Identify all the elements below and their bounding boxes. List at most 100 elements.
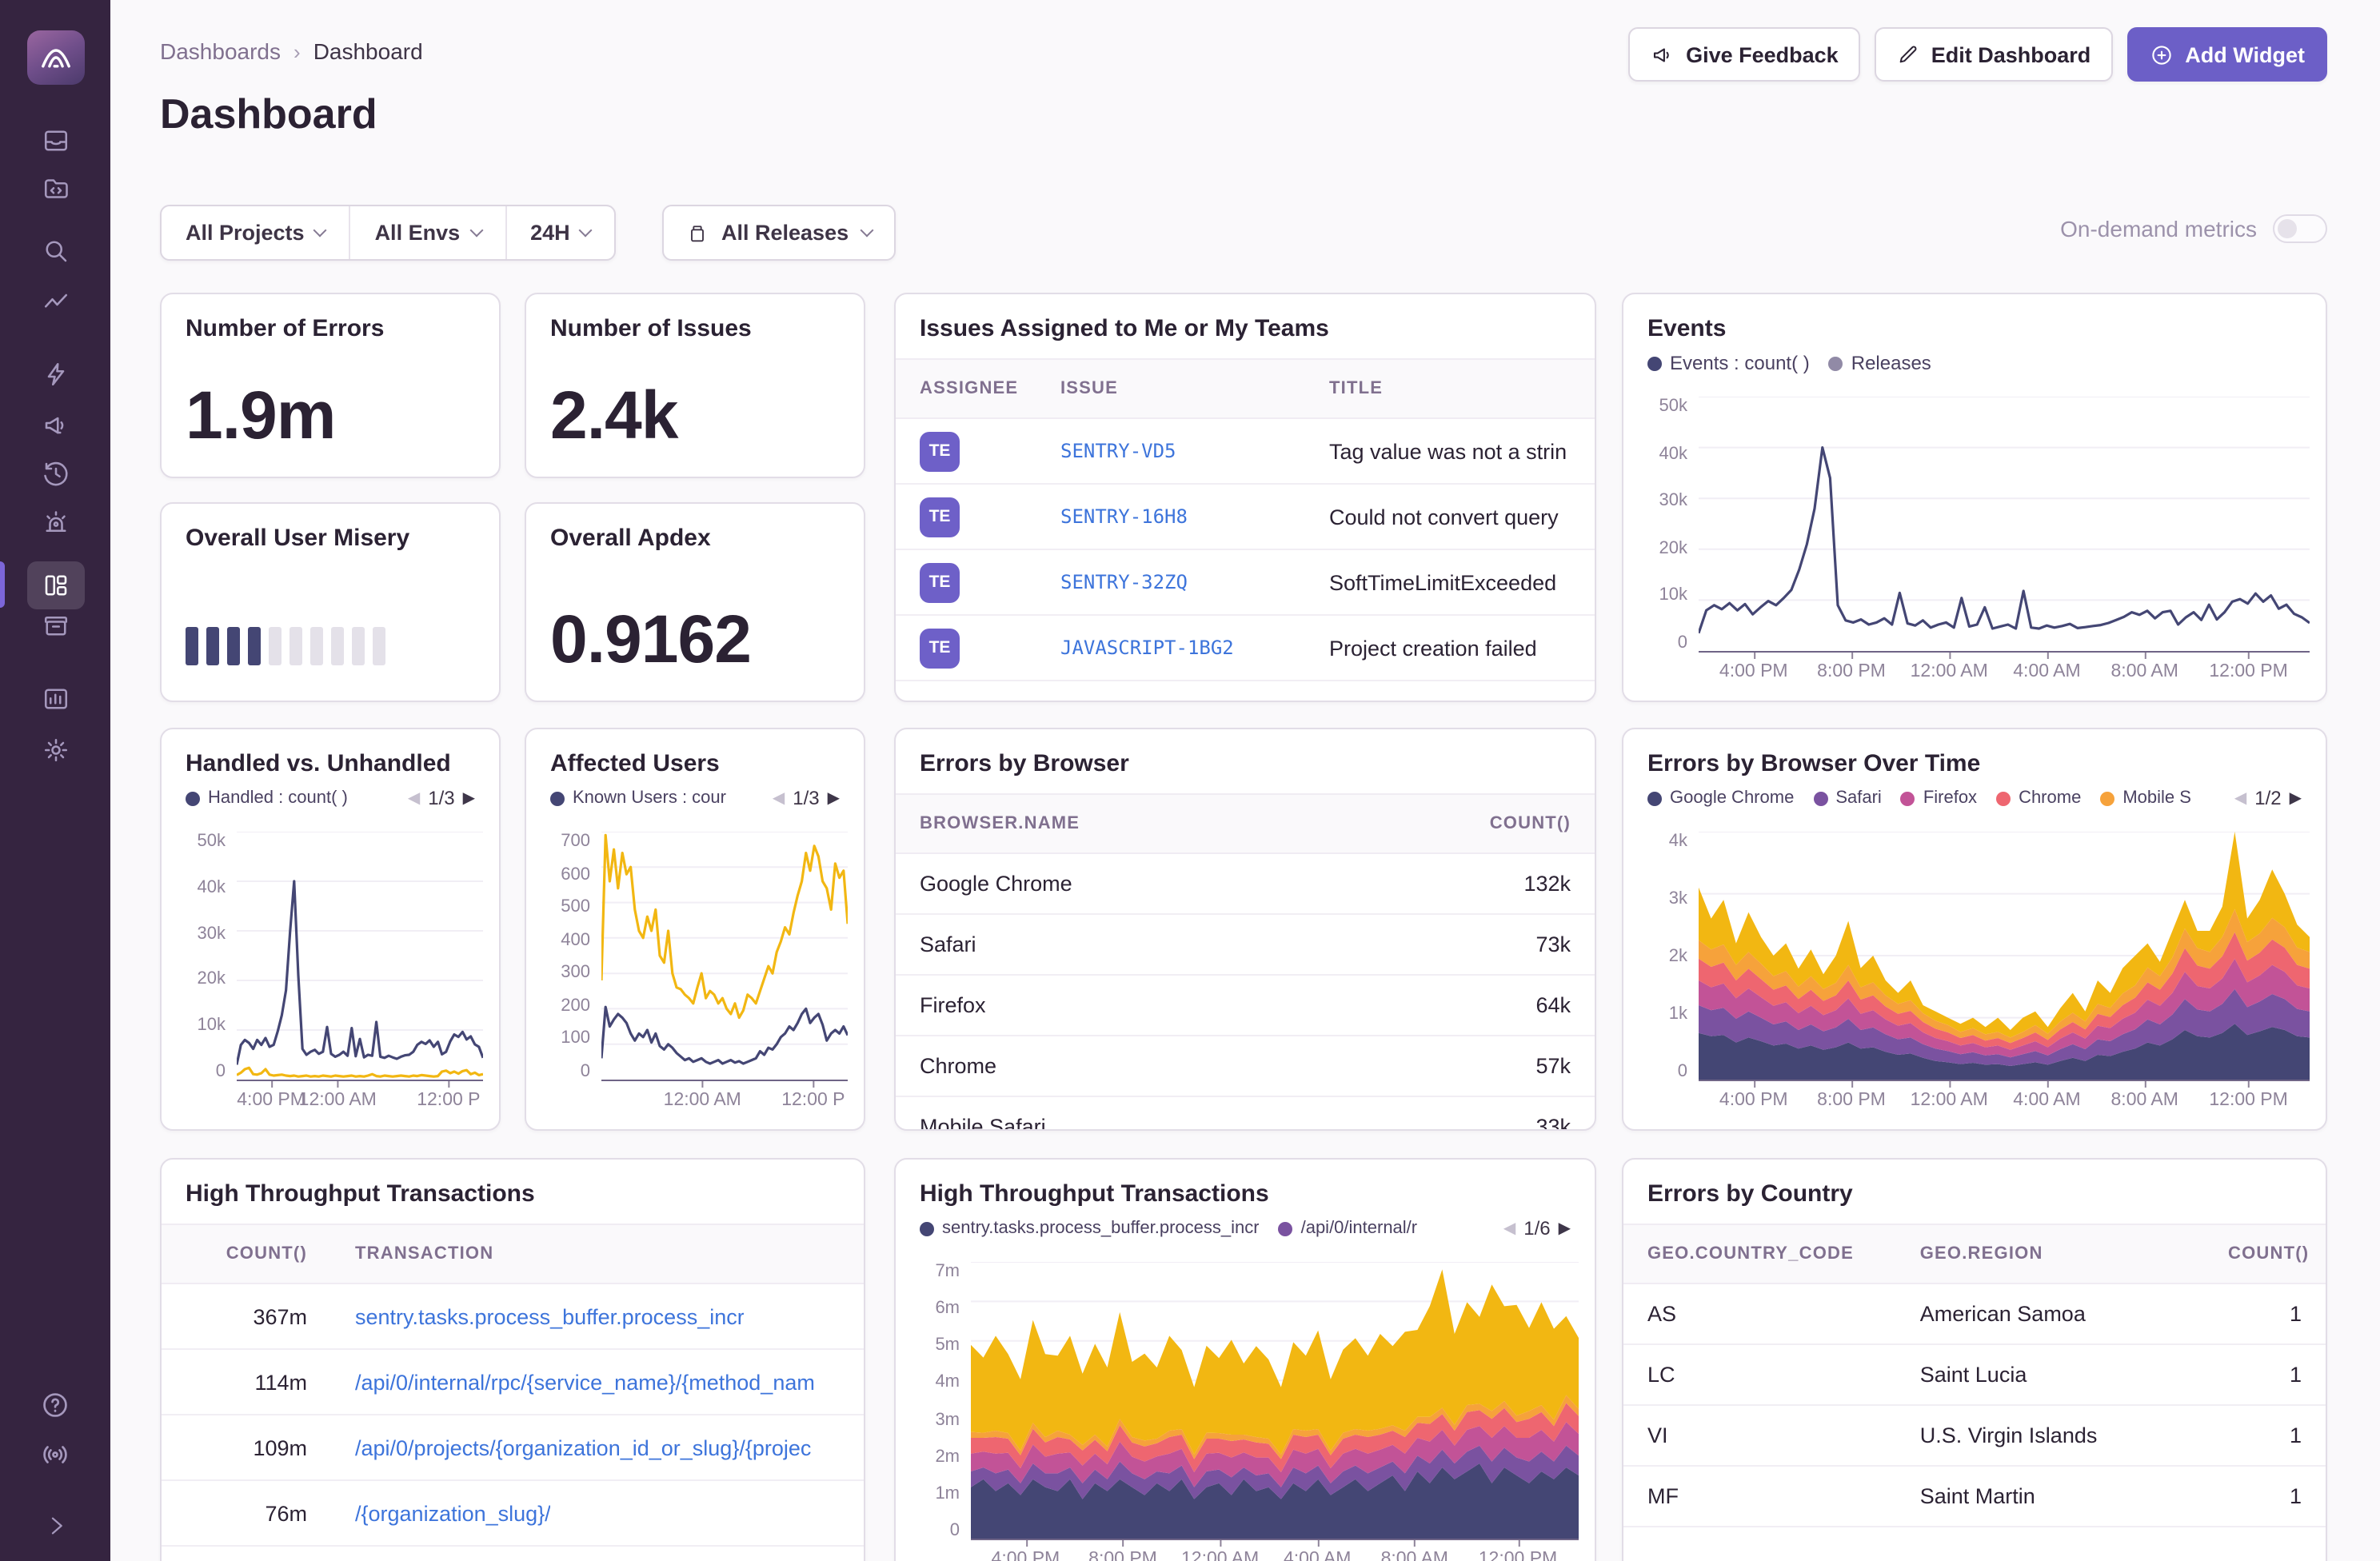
legend-item[interactable]: Google Chrome xyxy=(1647,788,1794,808)
table-link[interactable]: SENTRY-16H8 xyxy=(1060,505,1188,528)
releases-filter[interactable]: All Releases xyxy=(662,205,895,261)
table-cell: MF xyxy=(1623,1467,1896,1527)
widget-errors-by-browser-over-time[interactable]: Errors by Browser Over Time Google Chrom… xyxy=(1622,728,2327,1131)
sidebar-item-issues[interactable] xyxy=(26,120,84,162)
next-page-icon[interactable]: ▶ xyxy=(2290,789,2302,807)
widget-events-chart[interactable]: Events Events : count( )Releases 50k40k3… xyxy=(1622,293,2327,702)
sidebar-item-user-feedback[interactable] xyxy=(26,405,84,446)
column-header[interactable]: GEO.COUNTRY_CODE xyxy=(1623,1224,1896,1284)
table-link[interactable]: /{organization_slug}/ xyxy=(355,1501,551,1525)
assignee-avatar[interactable]: TE xyxy=(920,497,960,537)
environment-filter[interactable]: All Envs xyxy=(349,206,505,259)
widget-number-of-errors[interactable]: Number of Errors 1.9m xyxy=(160,293,501,478)
legend-item[interactable]: Firefox xyxy=(1901,788,1977,808)
widget-errors-by-country[interactable]: Errors by Country GEO.COUNTRY_CODEGEO.RE… xyxy=(1622,1158,2327,1561)
table-cell: Mobile Safari xyxy=(896,1097,1451,1131)
x-tick-label: 8:00 PM xyxy=(1817,662,1886,681)
sidebar-item-dashboards[interactable] xyxy=(26,561,84,609)
widget-high-throughput-chart[interactable]: High Throughput Transactions sentry.task… xyxy=(894,1158,1596,1561)
widget-handled-vs-unhandled[interactable]: Handled vs. Unhandled Handled : count( )… xyxy=(160,728,501,1131)
sidebar-item-replays[interactable] xyxy=(26,453,84,494)
sidebar-item-search[interactable] xyxy=(26,230,84,272)
legend-item[interactable]: Mobile S xyxy=(2100,788,2191,808)
column-header[interactable]: TITLE xyxy=(1305,358,1595,419)
column-header[interactable]: COUNT() xyxy=(1451,793,1595,854)
sidebar-item-projects[interactable] xyxy=(26,168,84,210)
x-tick-label: 8:00 AM xyxy=(1381,1550,1448,1561)
sidebar-item-starfish[interactable] xyxy=(26,353,84,395)
legend-dot-icon xyxy=(1647,356,1662,370)
sidebar-item-broadcasts[interactable] xyxy=(26,1433,84,1475)
sentry-logo-icon[interactable] xyxy=(27,30,85,85)
legend-item[interactable]: Known Users : cour xyxy=(550,788,726,808)
edit-dashboard-button[interactable]: Edit Dashboard xyxy=(1875,27,2114,82)
legend-item[interactable]: Releases xyxy=(1829,352,1931,374)
legend-item[interactable]: /api/0/internal/r xyxy=(1279,1219,1418,1238)
events-chart: 50k40k30k20k10k0 4:00 PM8:00 PM12:00 AM4… xyxy=(1647,397,2310,688)
widget-assigned-issues[interactable]: Issues Assigned to Me or My Teams ASSIGN… xyxy=(894,293,1596,702)
legend-item[interactable]: Handled : count( ) xyxy=(186,788,348,808)
sidebar-item-alerts[interactable] xyxy=(26,502,84,544)
table-cell: 33k xyxy=(1451,1097,1595,1131)
date-range-filter[interactable]: 24H xyxy=(505,206,615,259)
sidebar-item-settings[interactable] xyxy=(26,729,84,771)
table-cell: Saint Martin xyxy=(1896,1467,2204,1527)
widget-affected-users[interactable]: Affected Users Known Users : cour◀1/3▶ 7… xyxy=(525,728,865,1131)
sidebar-collapse-button[interactable] xyxy=(26,1505,84,1547)
legend-item[interactable]: Safari xyxy=(1813,788,1882,808)
widget-title: Overall User Misery xyxy=(162,504,499,552)
issues-icon xyxy=(41,126,70,155)
give-feedback-button[interactable]: Give Feedback xyxy=(1628,27,1861,82)
sidebar-item-stats[interactable] xyxy=(26,678,84,720)
prev-page-icon[interactable]: ◀ xyxy=(2234,789,2246,807)
table-link[interactable]: /api/0/projects/{organization_id_or_slug… xyxy=(355,1435,811,1459)
column-header[interactable]: ASSIGNEE xyxy=(896,358,1036,419)
prev-page-icon[interactable]: ◀ xyxy=(408,789,420,807)
assignee-avatar[interactable]: TE xyxy=(920,628,960,668)
sidebar-item-performance[interactable] xyxy=(26,281,84,323)
column-header[interactable]: BROWSER.NAME xyxy=(896,793,1451,854)
table-cell: sentry.tasks.process_buffer.process_incr xyxy=(331,1284,864,1350)
table-cell: 367m xyxy=(162,1284,331,1350)
legend-dot-icon xyxy=(1279,1221,1293,1236)
prev-page-icon[interactable]: ◀ xyxy=(773,789,785,807)
table-link[interactable]: SENTRY-VD5 xyxy=(1060,440,1176,462)
prev-page-icon[interactable]: ◀ xyxy=(1503,1220,1515,1237)
legend-item[interactable]: sentry.tasks.process_buffer.process_incr xyxy=(920,1219,1260,1238)
assignee-avatar[interactable]: TE xyxy=(920,562,960,602)
breadcrumb-dashboards[interactable]: Dashboards xyxy=(160,38,281,64)
chevron-down-icon xyxy=(579,223,593,237)
legend-item[interactable]: Chrome xyxy=(1996,788,2081,808)
table-link[interactable]: SENTRY-32ZQ xyxy=(1060,571,1188,593)
user-misery-gauge xyxy=(162,627,499,665)
y-axis-labels: 50k40k30k20k10k0 xyxy=(186,832,237,1081)
legend-pagination: ◀1/3▶ xyxy=(773,787,840,809)
table-cell: 76m xyxy=(162,1481,331,1547)
legend-dot-icon xyxy=(2100,791,2114,805)
next-page-icon[interactable]: ▶ xyxy=(828,789,840,807)
add-widget-button[interactable]: Add Widget xyxy=(2127,27,2327,82)
table-link[interactable]: sentry.tasks.process_buffer.process_incr xyxy=(355,1304,745,1328)
on-demand-toggle[interactable] xyxy=(2273,214,2327,243)
legend-item[interactable]: Events : count( ) xyxy=(1647,352,1810,374)
column-header[interactable]: COUNT() xyxy=(2204,1224,2326,1284)
assignee-avatar[interactable]: TE xyxy=(920,431,960,471)
big-number: 1.9m xyxy=(162,377,499,454)
widget-high-throughput-table[interactable]: High Throughput Transactions COUNT()TRAN… xyxy=(160,1158,865,1561)
widget-errors-by-browser[interactable]: Errors by Browser BROWSER.NAMECOUNT()Goo… xyxy=(894,728,1596,1131)
column-header[interactable]: TRANSACTION xyxy=(331,1224,864,1284)
project-filter[interactable]: All Projects xyxy=(162,206,349,259)
column-header[interactable]: COUNT() xyxy=(162,1224,331,1284)
widget-number-of-issues[interactable]: Number of Issues 2.4k xyxy=(525,293,865,478)
sidebar-item-help[interactable] xyxy=(26,1383,84,1425)
widget-user-misery[interactable]: Overall User Misery xyxy=(160,502,501,702)
next-page-icon[interactable]: ▶ xyxy=(1559,1220,1571,1237)
table-link[interactable]: JAVASCRIPT-1BG2 xyxy=(1060,637,1234,659)
widget-apdex[interactable]: Overall Apdex 0.9162 xyxy=(525,502,865,702)
table-link[interactable]: /api/0/internal/rpc/{service_name}/{meth… xyxy=(355,1370,815,1394)
sidebar-item-releases[interactable] xyxy=(26,605,84,646)
column-header[interactable]: ISSUE xyxy=(1036,358,1305,419)
column-header[interactable]: GEO.REGION xyxy=(1896,1224,2204,1284)
misery-segment xyxy=(248,627,261,665)
next-page-icon[interactable]: ▶ xyxy=(463,789,475,807)
